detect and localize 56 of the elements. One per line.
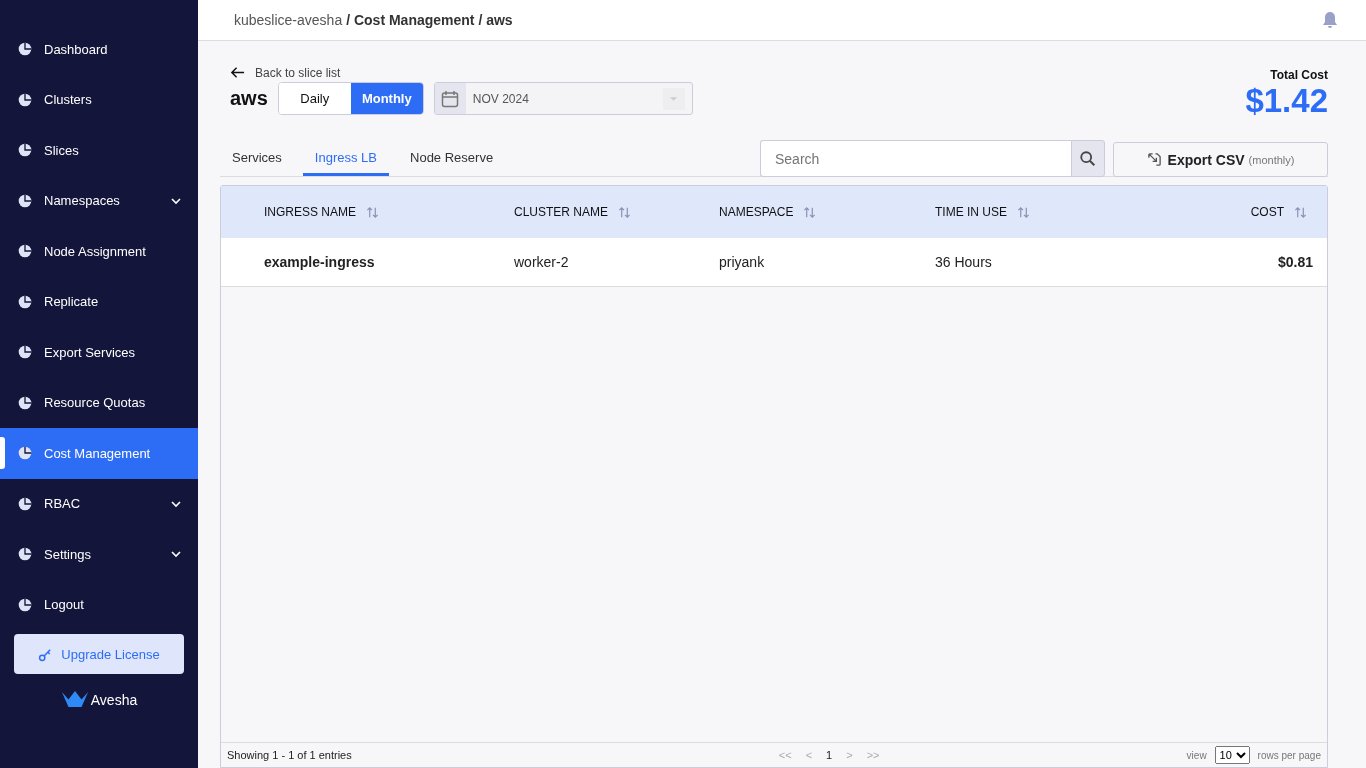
column-header[interactable]: CLUSTER NAME xyxy=(471,205,719,219)
table-cell-text: priyank xyxy=(719,254,766,270)
rows-per-page-label: rows per page xyxy=(1257,749,1321,761)
search-button[interactable] xyxy=(1071,140,1105,177)
period-toggle-button[interactable]: Monthly xyxy=(350,83,423,114)
tab[interactable]: Services xyxy=(220,150,294,176)
sidebar-item[interactable]: Node Assignment xyxy=(0,226,198,277)
upgrade-license-button[interactable]: Upgrade License xyxy=(14,634,184,674)
export-csv-button[interactable]: Export CSV (monthly) xyxy=(1113,142,1328,177)
column-header[interactable]: TIME IN USE xyxy=(935,205,1115,219)
sidebar-item[interactable]: Settings xyxy=(0,529,198,580)
search-icon xyxy=(1079,149,1097,168)
sidebar-item[interactable]: Export Services xyxy=(0,327,198,378)
sidebar-item[interactable]: Namespaces xyxy=(0,175,198,226)
sidebar-item[interactable]: Clusters xyxy=(0,74,198,125)
sidebar-item[interactable]: Logout xyxy=(0,579,198,630)
key-icon xyxy=(38,646,54,662)
tab[interactable]: Ingress LB xyxy=(302,150,389,176)
logo-text: Avesha xyxy=(90,691,138,708)
search-field[interactable]: Search xyxy=(760,140,1071,177)
view-label: view xyxy=(1186,749,1207,761)
sidebar-item[interactable]: Slices xyxy=(0,125,198,176)
sort-icon xyxy=(618,205,631,219)
sidebar-item[interactable]: RBAC xyxy=(0,478,198,529)
sort-icon xyxy=(366,205,379,219)
sidebar-item[interactable]: Cost Management xyxy=(0,428,198,479)
breadcrumb-path: / Cost Management / aws xyxy=(346,12,513,28)
page-size-select[interactable]: 10 xyxy=(1214,746,1250,764)
breadcrumb-link[interactable]: kubeslice-avesha xyxy=(234,12,343,28)
column-header[interactable]: INGRESS NAME xyxy=(221,205,471,219)
bell-icon[interactable] xyxy=(1320,10,1340,30)
tab[interactable]: Node Reserve xyxy=(398,150,506,176)
column-header[interactable]: COST xyxy=(1115,205,1327,219)
table-cell-text: example-ingress xyxy=(263,254,376,270)
sidebar-item[interactable]: Resource Quotas xyxy=(0,377,198,428)
back-link[interactable]: Back to slice list xyxy=(230,65,693,80)
pagination-link[interactable]: 1 xyxy=(826,749,833,761)
table-cell-text: worker-2 xyxy=(513,254,570,270)
sidebar-item[interactable]: Dashboard xyxy=(0,24,198,75)
entries-summary: Showing 1 - 1 of 1 entries xyxy=(227,749,352,761)
sidebar-item[interactable]: Replicate xyxy=(0,276,198,327)
caret-down-icon xyxy=(669,95,679,102)
calendar-icon xyxy=(440,88,461,109)
table-cell-text: $0.81 xyxy=(1276,254,1314,270)
export-icon xyxy=(1146,152,1162,167)
column-header[interactable]: NAMESPACE xyxy=(719,205,935,219)
total-cost-label: Total Cost xyxy=(1270,68,1328,82)
slice-name: aws xyxy=(230,87,268,110)
total-cost-value: $1.42 xyxy=(1245,82,1328,120)
sort-icon xyxy=(803,205,817,219)
arrow-left-icon xyxy=(230,65,245,80)
crown-logo-icon xyxy=(60,690,89,709)
table-cell-text: 36 Hours xyxy=(935,254,993,270)
month-picker[interactable]: NOV 2024 xyxy=(433,82,693,115)
sort-icon xyxy=(1294,205,1307,219)
sort-icon xyxy=(1017,205,1030,219)
